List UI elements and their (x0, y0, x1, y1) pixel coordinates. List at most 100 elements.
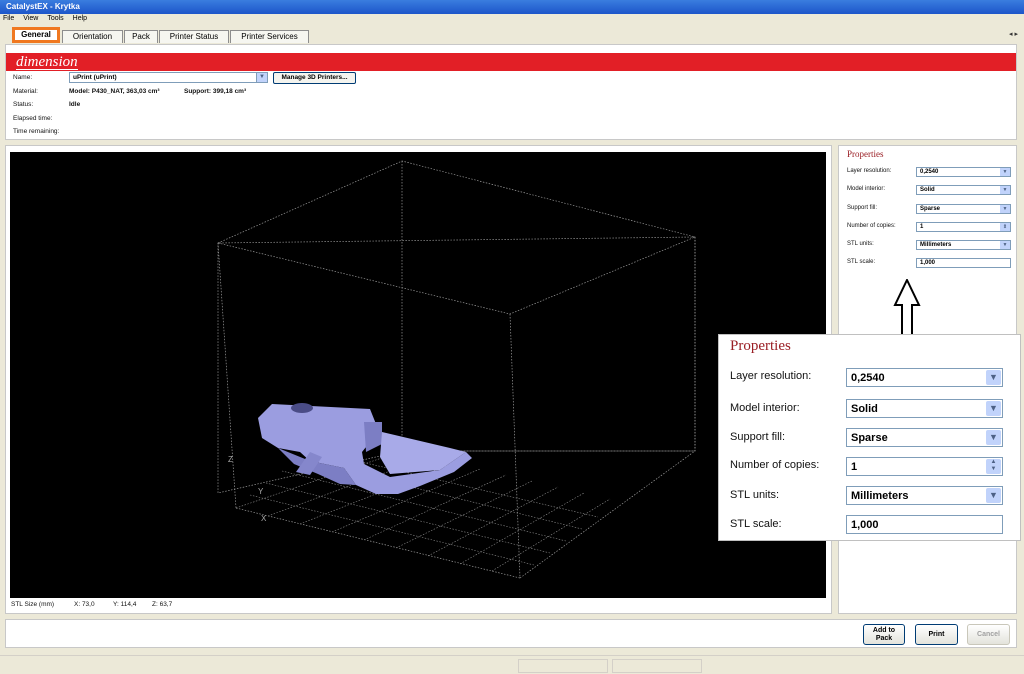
zoom-copies-label: Number of copies: (730, 459, 820, 471)
axis-z-label: Z (228, 455, 233, 464)
part-shadow-face (364, 422, 382, 452)
stl-units-value: Millimeters (920, 242, 952, 248)
tab-bar: General Orientation Pack Printer Status … (0, 25, 1024, 44)
tab-general[interactable]: General (12, 27, 60, 43)
layer-resolution-label: Layer resolution: (847, 168, 892, 174)
model-material-value: Model: P430_NAT, 363,03 cm³ (69, 88, 160, 95)
add-to-pack-button[interactable]: Add to Pack (863, 624, 905, 645)
zoom-copies-value: 1 (851, 461, 858, 473)
zoom-stl-scale-input[interactable]: 1,000 (846, 515, 1003, 534)
stl-scale-value: 1,000 (920, 260, 936, 266)
status-value: Idle (69, 101, 81, 108)
copies-value: 1 (920, 224, 924, 230)
print-button[interactable]: Print (915, 624, 958, 645)
zoom-layer-resolution-select[interactable]: 0,2540 ▼ (846, 368, 1003, 387)
menu-file[interactable]: File (2, 15, 15, 24)
zoom-model-interior-value: Solid (851, 403, 878, 415)
zoom-support-fill-label: Support fill: (730, 431, 786, 443)
name-label: Name: (13, 74, 33, 81)
zoom-stl-scale-label: STL scale: (730, 518, 782, 530)
tab-scroll-arrows[interactable]: ◂ ▸ (1009, 30, 1018, 38)
window-titlebar: CatalystEX - Krytka (0, 0, 1024, 14)
zoom-copies-spinner[interactable]: 1 ▲ ▼ (846, 457, 1003, 476)
spin-updown-icon[interactable]: ▲ ▼ (986, 459, 1001, 474)
zoom-support-fill-value: Sparse (851, 432, 888, 444)
box-left-vertical (217, 242, 237, 509)
layer-resolution-value: 0,2540 (920, 169, 939, 175)
support-fill-value: Sparse (920, 206, 941, 212)
stl-units-label: STL units: (847, 241, 874, 247)
zoom-stl-scale-value: 1,000 (851, 519, 879, 531)
tab-printer-services[interactable]: Printer Services (230, 30, 309, 43)
model-interior-value: Solid (920, 187, 935, 193)
printer-info-panel: dimension Name: uPrint (uPrint) ▼ Manage… (5, 44, 1017, 140)
stl-size-x: X: 73,0 (74, 601, 95, 608)
chevron-down-icon[interactable]: ▼ (1000, 168, 1010, 176)
tab-pack[interactable]: Pack (124, 30, 158, 43)
box-front-vertical (509, 313, 521, 579)
elapsed-time-label: Elapsed time: (13, 115, 53, 122)
menu-bar: File View Tools Help (0, 14, 1024, 25)
menu-view[interactable]: View (22, 15, 39, 24)
stl-size-y: Y: 114,4 (113, 601, 137, 608)
zoom-stl-units-label: STL units: (730, 489, 780, 501)
support-fill-label: Support fill: (847, 205, 878, 211)
copies-label: Number of copies: (847, 223, 896, 229)
material-label: Material: (13, 88, 38, 95)
brand-bar: dimension (6, 53, 1016, 71)
tab-orientation[interactable]: Orientation (62, 30, 123, 43)
chevron-down-icon[interactable]: ▼ (986, 370, 1001, 385)
properties-title: Properties (847, 149, 884, 159)
window-title: CatalystEX - Krytka (6, 2, 80, 11)
stl-size-z: Z: 63,7 (152, 601, 173, 608)
chevron-down-icon[interactable]: ▼ (1000, 205, 1010, 213)
status-label: Status: (13, 101, 34, 108)
chevron-down-icon[interactable]: ▼ (986, 401, 1001, 416)
box-top-front-edges (217, 236, 696, 315)
time-remaining-label: Time remaining: (13, 128, 60, 135)
status-cell-2 (612, 659, 702, 673)
build-volume-svg (217, 160, 696, 579)
menu-help[interactable]: Help (72, 15, 88, 24)
manage-printers-button[interactable]: Manage 3D Printers... (273, 72, 356, 84)
zoom-stl-units-select[interactable]: Millimeters ▼ (846, 486, 1003, 505)
axis-y-label: Y (258, 487, 264, 496)
zoom-model-interior-label: Model interior: (730, 402, 800, 414)
brand-underline (16, 69, 78, 70)
zoom-layer-resolution-label: Layer resolution: (730, 370, 812, 382)
chevron-down-icon[interactable]: ▼ (986, 488, 1001, 503)
action-bar: Add to Pack Print Cancel (5, 619, 1017, 648)
zoom-stl-units-value: Millimeters (851, 490, 909, 502)
spin-updown-icon[interactable]: ⇕ (1000, 223, 1010, 231)
axis-x-label: X (261, 514, 267, 523)
box-bottom-front (235, 507, 521, 579)
menu-tools[interactable]: Tools (46, 15, 64, 24)
zoom-model-interior-select[interactable]: Solid ▼ (846, 399, 1003, 418)
viewport-panel: Z Y X STL Size (mm) X: 73,0 Y: 114,4 Z: … (5, 145, 832, 614)
status-bar (0, 655, 1024, 674)
copies-spinner[interactable]: 1 ⇕ (916, 222, 1011, 232)
chevron-down-icon[interactable]: ▼ (1000, 186, 1010, 194)
tab-printer-status[interactable]: Printer Status (159, 30, 229, 43)
3d-viewport[interactable]: Z Y X (10, 152, 826, 598)
status-cell-1 (518, 659, 608, 673)
layer-resolution-select[interactable]: 0,2540 ▼ (916, 167, 1011, 177)
add-to-pack-label-line1: Add to (872, 627, 896, 634)
printer-name-value: uPrint (uPrint) (73, 74, 117, 81)
model-interior-label: Model interior: (847, 186, 886, 192)
chevron-down-icon[interactable]: ▼ (1000, 241, 1010, 249)
stl-size-label: STL Size (mm) (11, 601, 55, 608)
stl-units-select[interactable]: Millimeters ▼ (916, 240, 1011, 250)
support-material-value: Support: 399,18 cm³ (184, 88, 247, 95)
add-to-pack-label-line2: Pack (875, 635, 893, 642)
support-fill-select[interactable]: Sparse ▼ (916, 204, 1011, 214)
printer-name-select[interactable]: uPrint (uPrint) ▼ (69, 72, 268, 83)
chevron-down-icon[interactable]: ▼ (986, 430, 1001, 445)
properties-zoom-callout: Properties Layer resolution: 0,2540 ▼ Mo… (718, 334, 1021, 541)
chevron-down-icon[interactable]: ▼ (256, 73, 267, 82)
zoom-support-fill-select[interactable]: Sparse ▼ (846, 428, 1003, 447)
part-hole (291, 403, 313, 413)
model-interior-select[interactable]: Solid ▼ (916, 185, 1011, 195)
stl-scale-input[interactable]: 1,000 (916, 258, 1011, 268)
cancel-button[interactable]: Cancel (967, 624, 1010, 645)
